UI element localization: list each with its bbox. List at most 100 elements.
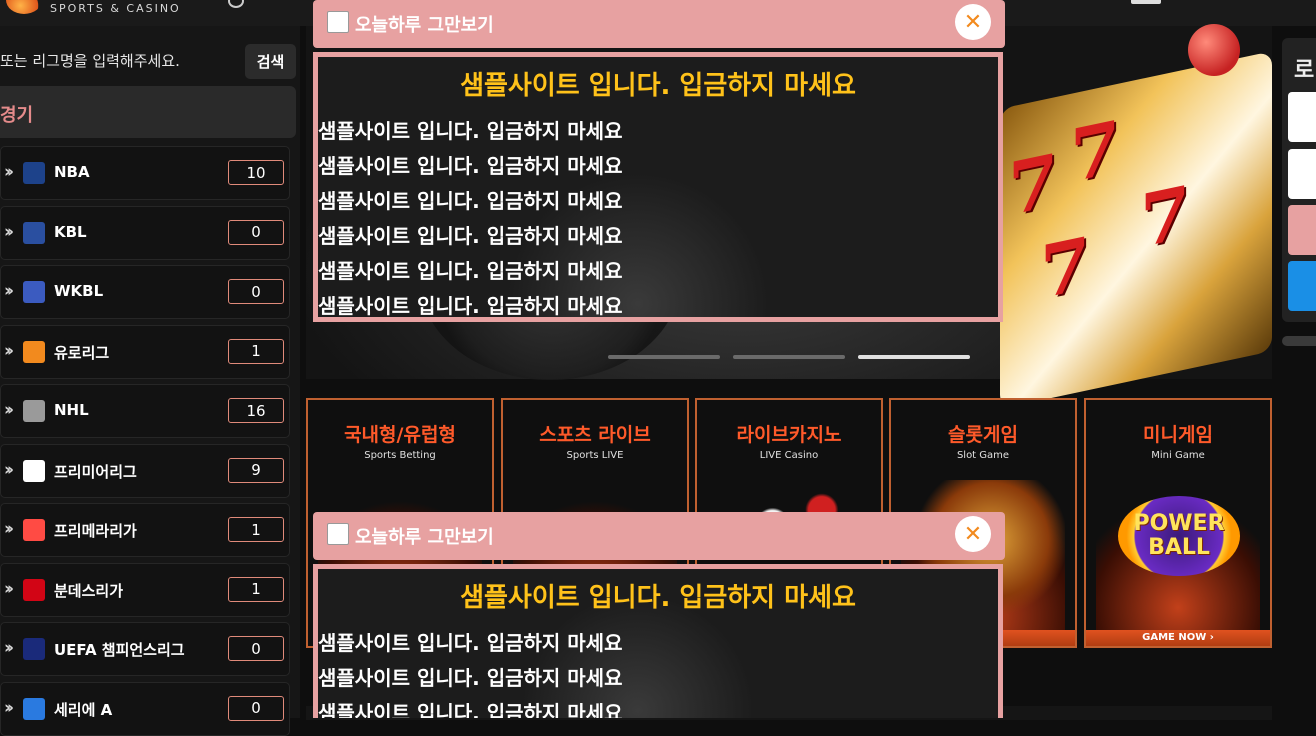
double-chevron-icon: ›› <box>4 400 14 420</box>
username-field[interactable] <box>1288 92 1316 142</box>
login-title: 로 <box>1294 58 1315 83</box>
league-row[interactable]: ›› NBA 10 <box>0 146 290 200</box>
league-row[interactable]: ›› 유로리그 1 <box>0 324 290 379</box>
league-name: NHL <box>54 401 89 419</box>
signup-button[interactable] <box>1288 261 1316 311</box>
powerball-text-2: BALL <box>1148 535 1210 560</box>
carousel-dot-active[interactable] <box>858 355 970 359</box>
card-title: 미니게임 <box>1143 424 1213 446</box>
close-icon[interactable]: ✕ <box>955 516 991 552</box>
bundesliga-icon <box>23 578 45 601</box>
card-subtitle: LIVE Casino <box>759 450 819 461</box>
double-chevron-icon: ›› <box>4 638 14 658</box>
double-chevron-icon: ›› <box>4 578 14 599</box>
popup-header: 오늘하루 그만보기 ✕ <box>313 512 1005 560</box>
search-input[interactable]: 또는 리그명을 입력해주세요. <box>0 50 180 71</box>
league-name: 프리메라리가 <box>54 522 137 540</box>
premier-league-icon <box>23 459 45 482</box>
double-chevron-icon: ›› <box>4 340 14 361</box>
popup-line: 샘플사이트 입니다. 입금하지 마세요 <box>318 701 623 718</box>
carousel-dot[interactable] <box>733 355 845 359</box>
game-now-button[interactable]: GAME NOW › <box>1086 630 1270 646</box>
powerball-logo: POWER BALL <box>1118 496 1240 576</box>
popup-line: 샘플사이트 입니다. 입금하지 마세요 <box>318 224 623 248</box>
seven-symbol: 7 <box>1008 136 1059 233</box>
card-subtitle: Slot Game <box>956 450 1010 461</box>
dismiss-today-checkbox[interactable] <box>327 523 349 545</box>
card-subtitle: Sports Betting <box>364 450 436 461</box>
league-row[interactable]: ›› 분데스리가 1 <box>0 562 290 617</box>
league-count: 0 <box>228 279 284 304</box>
dismiss-today-label[interactable]: 오늘하루 그만보기 <box>355 523 494 549</box>
league-row[interactable]: ›› UEFA 챔피언스리그 0 <box>0 622 290 676</box>
league-count: 1 <box>228 517 284 542</box>
dismiss-today-label[interactable]: 오늘하루 그만보기 <box>355 11 494 37</box>
double-chevron-icon: ›› <box>4 697 14 718</box>
league-row[interactable]: ›› 프리메라리가 1 <box>0 503 290 557</box>
popup-title: 샘플사이트 입니다. 입금하지 마세요 <box>460 71 856 101</box>
league-section-header <box>0 86 296 138</box>
league-row[interactable]: ›› KBL 0 <box>0 205 290 260</box>
search-button[interactable]: 검색 <box>245 44 296 79</box>
euroleague-icon <box>23 340 45 363</box>
lever-ball-image <box>1188 24 1240 76</box>
league-name: WKBL <box>54 282 104 300</box>
dismiss-today-checkbox[interactable] <box>327 11 349 33</box>
card-title: 슬롯게임 <box>948 424 1018 446</box>
kbl-icon <box>23 221 45 244</box>
laliga-icon <box>23 519 45 541</box>
league-row[interactable]: ›› WKBL 0 <box>0 265 290 319</box>
popup-line: 샘플사이트 입니다. 입금하지 마세요 <box>318 259 623 283</box>
double-chevron-icon: ›› <box>4 221 14 242</box>
league-name: 프리미어리그 <box>54 462 137 481</box>
card-subtitle: Mini Game <box>1151 450 1205 461</box>
popup-header: 오늘하루 그만보기 ✕ <box>313 0 1005 48</box>
seven-symbol: 7 <box>1140 168 1191 265</box>
nhl-icon <box>23 400 45 422</box>
league-row[interactable]: ›› 세리에 A 0 <box>0 681 290 736</box>
game-card-mini[interactable]: 미니게임 Mini Game POWER BALL GAME NOW › <box>1084 398 1272 648</box>
wkbl-icon <box>23 281 45 303</box>
league-count: 0 <box>228 219 284 245</box>
uefa-icon <box>23 638 45 660</box>
panel-divider <box>1282 336 1316 346</box>
double-chevron-icon: ›› <box>4 459 14 480</box>
league-count: 16 <box>228 398 284 423</box>
league-name: 유로리그 <box>54 343 110 362</box>
serie-a-icon <box>23 697 45 720</box>
league-count: 1 <box>228 576 284 602</box>
league-count: 0 <box>228 695 284 721</box>
powerball-text-1: POWER <box>1133 511 1225 536</box>
double-chevron-icon: ›› <box>4 519 14 539</box>
card-title: 국내형/유럽형 <box>344 424 456 446</box>
popup-title: 샘플사이트 입니다. 입금하지 마세요 <box>460 583 856 613</box>
password-field[interactable] <box>1288 149 1316 199</box>
popup-line: 샘플사이트 입니다. 입금하지 마세요 <box>318 631 623 655</box>
league-row[interactable]: ›› 프리미어리그 9 <box>0 443 290 498</box>
close-icon[interactable]: ✕ <box>955 4 991 40</box>
logo-text[interactable]: SPORTS & CASINO <box>50 2 181 15</box>
carousel-dot[interactable] <box>608 355 720 359</box>
league-count: 0 <box>228 636 284 661</box>
double-chevron-icon: ›› <box>4 162 14 182</box>
league-row[interactable]: ›› NHL 16 <box>0 384 290 438</box>
popup-line: 샘플사이트 입니다. 입금하지 마세요 <box>318 119 623 143</box>
card-title: 라이브카지노 <box>736 424 842 446</box>
league-count: 10 <box>228 160 284 185</box>
popup-line: 샘플사이트 입니다. 입금하지 마세요 <box>318 294 623 318</box>
league-count: 1 <box>228 338 284 364</box>
seven-symbol: 7 <box>1040 219 1091 316</box>
league-count: 9 <box>228 457 284 483</box>
login-button[interactable] <box>1288 205 1316 255</box>
league-name: NBA <box>54 163 90 181</box>
double-chevron-icon: ›› <box>4 281 14 301</box>
league-name: UEFA 챔피언스리그 <box>54 641 185 659</box>
popup-body: 샘플사이트 입니다. 입금하지 마세요 샘플사이트 입니다. 입금하지 마세요 … <box>313 564 1003 718</box>
card-title: 스포츠 라이브 <box>539 424 651 446</box>
popup-body: 샘플사이트 입니다. 입금하지 마세요 샘플사이트 입니다. 입금하지 마세요 … <box>313 52 1003 322</box>
popup-line: 샘플사이트 입니다. 입금하지 마세요 <box>318 666 623 690</box>
popup-line: 샘플사이트 입니다. 입금하지 마세요 <box>318 154 623 178</box>
slot-machine-image: 7 7 7 7 <box>1000 51 1272 409</box>
league-name: KBL <box>54 222 87 241</box>
card-icon[interactable] <box>1131 0 1161 4</box>
